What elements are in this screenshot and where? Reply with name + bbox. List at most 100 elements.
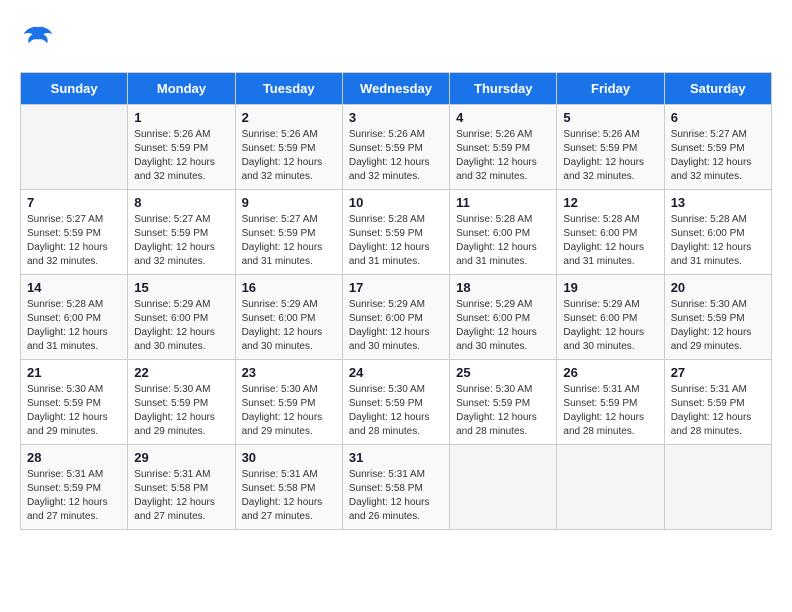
calendar-header-row: SundayMondayTuesdayWednesdayThursdayFrid… — [21, 73, 772, 105]
day-info: Sunrise: 5:29 AM Sunset: 6:00 PM Dayligh… — [456, 298, 550, 354]
day-info: Sunrise: 5:27 AM Sunset: 5:59 PM Dayligh… — [134, 213, 228, 269]
day-info: Sunrise: 5:30 AM Sunset: 5:59 PM Dayligh… — [456, 383, 550, 439]
calendar-cell: 4 Sunrise: 5:26 AM Sunset: 5:59 PM Daylig… — [450, 105, 557, 190]
day-number: 24 — [349, 365, 443, 380]
day-header-saturday: Saturday — [664, 73, 771, 105]
day-info: Sunrise: 5:29 AM Sunset: 6:00 PM Dayligh… — [563, 298, 657, 354]
calendar-cell: 18 Sunrise: 5:29 AM Sunset: 6:00 PM Dayli… — [450, 275, 557, 360]
day-info: Sunrise: 5:31 AM Sunset: 5:59 PM Dayligh… — [563, 383, 657, 439]
calendar-cell: 3 Sunrise: 5:26 AM Sunset: 5:59 PM Daylig… — [342, 105, 449, 190]
calendar-cell: 27 Sunrise: 5:31 AM Sunset: 5:59 PM Dayli… — [664, 360, 771, 445]
day-info: Sunrise: 5:29 AM Sunset: 6:00 PM Dayligh… — [134, 298, 228, 354]
calendar-week-4: 21 Sunrise: 5:30 AM Sunset: 5:59 PM Dayli… — [21, 360, 772, 445]
day-info: Sunrise: 5:26 AM Sunset: 5:59 PM Dayligh… — [563, 128, 657, 184]
calendar-cell: 10 Sunrise: 5:28 AM Sunset: 5:59 PM Dayli… — [342, 190, 449, 275]
day-number: 21 — [27, 365, 121, 380]
day-info: Sunrise: 5:30 AM Sunset: 5:59 PM Dayligh… — [671, 298, 765, 354]
day-info: Sunrise: 5:31 AM Sunset: 5:58 PM Dayligh… — [349, 468, 443, 524]
calendar-cell: 6 Sunrise: 5:27 AM Sunset: 5:59 PM Daylig… — [664, 105, 771, 190]
calendar-cell: 21 Sunrise: 5:30 AM Sunset: 5:59 PM Dayli… — [21, 360, 128, 445]
day-info: Sunrise: 5:27 AM Sunset: 5:59 PM Dayligh… — [27, 213, 121, 269]
day-number: 22 — [134, 365, 228, 380]
day-number: 26 — [563, 365, 657, 380]
day-number: 9 — [242, 195, 336, 210]
calendar-cell — [450, 445, 557, 530]
day-number: 13 — [671, 195, 765, 210]
calendar-week-5: 28 Sunrise: 5:31 AM Sunset: 5:59 PM Dayli… — [21, 445, 772, 530]
calendar-cell: 8Sunrise: 5:27 AM Sunset: 5:59 PM Daylig… — [128, 190, 235, 275]
day-header-sunday: Sunday — [21, 73, 128, 105]
day-header-friday: Friday — [557, 73, 664, 105]
calendar-cell: 14 Sunrise: 5:28 AM Sunset: 6:00 PM Dayli… — [21, 275, 128, 360]
logo — [20, 20, 62, 56]
calendar-table: SundayMondayTuesdayWednesdayThursdayFrid… — [20, 72, 772, 530]
day-number: 23 — [242, 365, 336, 380]
day-info: Sunrise: 5:30 AM Sunset: 5:59 PM Dayligh… — [349, 383, 443, 439]
day-info: Sunrise: 5:30 AM Sunset: 5:59 PM Dayligh… — [134, 383, 228, 439]
day-number: 12 — [563, 195, 657, 210]
day-info: Sunrise: 5:30 AM Sunset: 5:59 PM Dayligh… — [242, 383, 336, 439]
calendar-cell: 31 Sunrise: 5:31 AM Sunset: 5:58 PM Dayli… — [342, 445, 449, 530]
day-info: Sunrise: 5:30 AM Sunset: 5:59 PM Dayligh… — [27, 383, 121, 439]
calendar-cell: 5 Sunrise: 5:26 AM Sunset: 5:59 PM Daylig… — [557, 105, 664, 190]
day-number: 5 — [563, 110, 657, 125]
day-header-monday: Monday — [128, 73, 235, 105]
calendar-cell: 30Sunrise: 5:31 AM Sunset: 5:58 PM Dayli… — [235, 445, 342, 530]
day-number: 25 — [456, 365, 550, 380]
calendar-cell: 28 Sunrise: 5:31 AM Sunset: 5:59 PM Dayli… — [21, 445, 128, 530]
calendar-week-2: 7 Sunrise: 5:27 AM Sunset: 5:59 PM Daylig… — [21, 190, 772, 275]
day-info: Sunrise: 5:29 AM Sunset: 6:00 PM Dayligh… — [349, 298, 443, 354]
day-info: Sunrise: 5:27 AM Sunset: 5:59 PM Dayligh… — [671, 128, 765, 184]
day-number: 1 — [134, 110, 228, 125]
calendar-cell: 19Sunrise: 5:29 AM Sunset: 6:00 PM Dayli… — [557, 275, 664, 360]
calendar-cell: 23 Sunrise: 5:30 AM Sunset: 5:59 PM Dayli… — [235, 360, 342, 445]
day-info: Sunrise: 5:28 AM Sunset: 5:59 PM Dayligh… — [349, 213, 443, 269]
calendar-week-1: 1 Sunrise: 5:26 AM Sunset: 5:59 PM Daylig… — [21, 105, 772, 190]
day-number: 28 — [27, 450, 121, 465]
calendar-cell: 1 Sunrise: 5:26 AM Sunset: 5:59 PM Daylig… — [128, 105, 235, 190]
day-header-wednesday: Wednesday — [342, 73, 449, 105]
page-header — [20, 20, 772, 56]
day-info: Sunrise: 5:26 AM Sunset: 5:59 PM Dayligh… — [134, 128, 228, 184]
calendar-cell: 17 Sunrise: 5:29 AM Sunset: 6:00 PM Dayli… — [342, 275, 449, 360]
day-number: 27 — [671, 365, 765, 380]
calendar-cell: 9Sunrise: 5:27 AM Sunset: 5:59 PM Daylig… — [235, 190, 342, 275]
day-number: 10 — [349, 195, 443, 210]
calendar-cell: 12 Sunrise: 5:28 AM Sunset: 6:00 PM Dayli… — [557, 190, 664, 275]
logo-icon — [20, 20, 56, 56]
calendar-cell: 13 Sunrise: 5:28 AM Sunset: 6:00 PM Dayli… — [664, 190, 771, 275]
day-number: 17 — [349, 280, 443, 295]
day-info: Sunrise: 5:31 AM Sunset: 5:59 PM Dayligh… — [671, 383, 765, 439]
day-number: 4 — [456, 110, 550, 125]
calendar-week-3: 14 Sunrise: 5:28 AM Sunset: 6:00 PM Dayli… — [21, 275, 772, 360]
day-info: Sunrise: 5:31 AM Sunset: 5:59 PM Dayligh… — [27, 468, 121, 524]
calendar-cell: 11Sunrise: 5:28 AM Sunset: 6:00 PM Dayli… — [450, 190, 557, 275]
calendar-cell: 2Sunrise: 5:26 AM Sunset: 5:59 PM Daylig… — [235, 105, 342, 190]
day-info: Sunrise: 5:28 AM Sunset: 6:00 PM Dayligh… — [27, 298, 121, 354]
day-number: 11 — [456, 195, 550, 210]
calendar-cell: 22 Sunrise: 5:30 AM Sunset: 5:59 PM Dayli… — [128, 360, 235, 445]
day-number: 6 — [671, 110, 765, 125]
day-number: 29 — [134, 450, 228, 465]
day-info: Sunrise: 5:29 AM Sunset: 6:00 PM Dayligh… — [242, 298, 336, 354]
day-info: Sunrise: 5:26 AM Sunset: 5:59 PM Dayligh… — [456, 128, 550, 184]
day-number: 7 — [27, 195, 121, 210]
day-header-thursday: Thursday — [450, 73, 557, 105]
calendar-cell: 24 Sunrise: 5:30 AM Sunset: 5:59 PM Dayli… — [342, 360, 449, 445]
day-number: 2 — [242, 110, 336, 125]
day-number: 18 — [456, 280, 550, 295]
day-number: 31 — [349, 450, 443, 465]
calendar-cell: 25 Sunrise: 5:30 AM Sunset: 5:59 PM Dayli… — [450, 360, 557, 445]
day-number: 14 — [27, 280, 121, 295]
day-info: Sunrise: 5:26 AM Sunset: 5:59 PM Dayligh… — [349, 128, 443, 184]
calendar-cell — [557, 445, 664, 530]
calendar-cell: 26 Sunrise: 5:31 AM Sunset: 5:59 PM Dayli… — [557, 360, 664, 445]
calendar-cell: 16Sunrise: 5:29 AM Sunset: 6:00 PM Dayli… — [235, 275, 342, 360]
day-number: 3 — [349, 110, 443, 125]
day-info: Sunrise: 5:28 AM Sunset: 6:00 PM Dayligh… — [563, 213, 657, 269]
day-info: Sunrise: 5:28 AM Sunset: 6:00 PM Dayligh… — [671, 213, 765, 269]
day-number: 30 — [242, 450, 336, 465]
day-header-tuesday: Tuesday — [235, 73, 342, 105]
day-info: Sunrise: 5:31 AM Sunset: 5:58 PM Dayligh… — [134, 468, 228, 524]
day-number: 20 — [671, 280, 765, 295]
